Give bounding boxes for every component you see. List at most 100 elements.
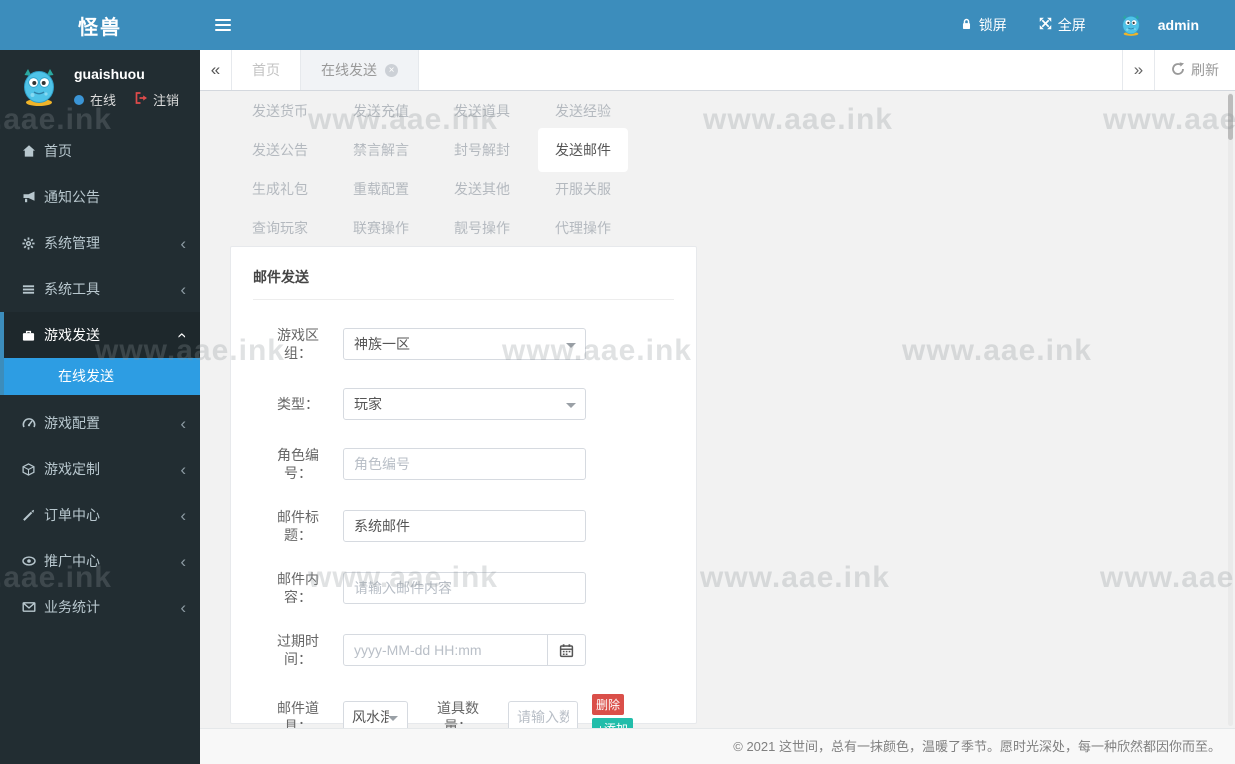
action-gen-giftpack[interactable]: 生成礼包 (235, 169, 325, 208)
action-league-ops[interactable]: 联赛操作 (336, 208, 426, 247)
sidebar-item-promo-center[interactable]: 推广中心 ‹ (0, 538, 200, 584)
scrollbar-thumb[interactable] (1228, 94, 1233, 140)
delete-item-button[interactable]: 删除 (592, 694, 625, 715)
home-icon (22, 144, 44, 158)
tabs-scroll-right-button[interactable]: » (1122, 50, 1154, 90)
tabs-scroll-left-button[interactable]: « (200, 50, 232, 90)
tab-home[interactable]: 首页 (232, 50, 301, 90)
logout-button[interactable]: 注销 (134, 90, 179, 109)
action-open-close-server[interactable]: 开服关服 (538, 169, 628, 208)
action-send-notice[interactable]: 发送公告 (235, 130, 325, 169)
card-title: 邮件发送 (253, 267, 674, 300)
sidebar-item-game-send[interactable]: 游戏发送 ‹ (0, 312, 200, 358)
gauge-icon (22, 416, 44, 430)
caret-down-icon (566, 403, 576, 408)
mail-content-input[interactable] (343, 572, 586, 604)
tab-online-send[interactable]: 在线发送 × (301, 50, 419, 90)
sidebar-group-game-send: 游戏发送 ‹ 在线发送 (0, 312, 200, 395)
role-id-input[interactable] (343, 448, 586, 480)
sidebar-item-notice[interactable]: 通知公告 (0, 174, 200, 220)
lock-screen-button[interactable]: 锁屏 (944, 0, 1023, 50)
caret-down-icon (566, 343, 576, 348)
action-ban-unban[interactable]: 封号解封 (437, 130, 527, 169)
app-title: 怪兽 (78, 16, 122, 39)
action-reload-config[interactable]: 重载配置 (336, 169, 426, 208)
refresh-button[interactable]: 刷新 (1154, 50, 1235, 90)
sidebar-toggle-button[interactable] (200, 0, 246, 50)
form-row-mail-title: 邮件标题： (253, 508, 674, 544)
page-footer: © 2021 这世间，总有一抹颜色，温暖了季节。愿时光深处，每一种欣然都因你而至… (200, 728, 1235, 764)
action-mute-unmute[interactable]: 禁言解言 (336, 130, 426, 169)
avatar (16, 62, 62, 124)
gear-icon (22, 236, 44, 250)
mail-title-input[interactable] (343, 510, 586, 542)
menu-icon (215, 16, 231, 34)
action-send-item[interactable]: 发送道具 (437, 91, 527, 130)
chevron-left-icon: ‹ (180, 597, 186, 617)
app-logo[interactable]: 怪兽 (0, 0, 200, 50)
type-label: 类型： (277, 396, 319, 412)
action-grid: 发送货币 发送充值 发送道具 发送经验 发送公告 禁言解言 封号解封 发送邮件 … (235, 91, 628, 247)
sidebar-item-game-custom[interactable]: 游戏定制 ‹ (0, 446, 200, 492)
user-panel: guaishuou 在线 注销 (0, 50, 200, 124)
double-chevron-right-icon: » (1133, 60, 1144, 79)
action-send-exp[interactable]: 发送经验 (538, 91, 628, 130)
sidebar-subitem-online-send[interactable]: 在线发送 (0, 358, 200, 395)
megaphone-icon (22, 190, 44, 204)
sidebar-item-order-center[interactable]: 订单中心 ‹ (0, 492, 200, 538)
user-status-row: 在线 注销 (74, 90, 179, 109)
logout-label: 注销 (153, 93, 180, 108)
chevron-down-icon: ‹ (173, 332, 193, 338)
user-menu[interactable]: admin (1102, 0, 1215, 50)
sidebar-item-home[interactable]: 首页 (0, 128, 200, 174)
action-send-currency[interactable]: 发送货币 (235, 91, 325, 130)
sidebar-item-business-stats[interactable]: 业务统计 ‹ (0, 584, 200, 630)
online-status-icon (74, 94, 84, 105)
copyright-text: © 2021 这世间，总有一抹颜色，温暖了季节。愿时光深处，每一种欣然都因你而至… (733, 739, 1221, 754)
mail-title-label: 邮件标题： (277, 509, 319, 543)
fullscreen-button[interactable]: 全屏 (1023, 0, 1102, 50)
sidebar-item-system-mgmt[interactable]: 系统管理 ‹ (0, 220, 200, 266)
username-label: admin (1157, 17, 1199, 33)
chevron-left-icon: ‹ (180, 505, 186, 525)
expire-time-input[interactable] (344, 635, 547, 665)
main-content: 发送货币 发送充值 发送道具 发送经验 发送公告 禁言解言 封号解封 发送邮件 … (200, 91, 1235, 739)
action-nice-id-ops[interactable]: 靓号操作 (437, 208, 527, 247)
chevron-left-icon: ‹ (180, 413, 186, 433)
navbar-right: 锁屏 全屏 admin (944, 0, 1235, 50)
double-chevron-left-icon: « (210, 60, 221, 79)
eye-icon (22, 554, 44, 568)
navbar-main: 锁屏 全屏 admin (200, 0, 1235, 50)
form-row-role-id: 角色编号： (253, 446, 674, 482)
zone-select[interactable]: 神族一区 (343, 328, 586, 360)
action-send-mail[interactable]: 发送邮件 (538, 128, 628, 172)
expire-time-label: 过期时间： (277, 633, 319, 667)
sidebar-item-game-config[interactable]: 游戏配置 ‹ (0, 400, 200, 446)
sidebar-item-system-tools[interactable]: 系统工具 ‹ (0, 266, 200, 312)
envelope-icon (22, 600, 44, 614)
chevron-left-icon: ‹ (180, 551, 186, 571)
form-row-zone: 游戏区组： 神族一区 (253, 326, 674, 362)
scrollbar[interactable] (1228, 93, 1233, 726)
action-send-other[interactable]: 发送其他 (437, 169, 527, 208)
brush-icon (22, 509, 44, 522)
sidebar: guaishuou 在线 注销 首页 通知公告 系统管理 ‹ 系统工具 ‹ 游戏… (0, 50, 200, 764)
fullscreen-label: 全屏 (1057, 17, 1086, 33)
lock-icon (960, 17, 979, 34)
role-id-label: 角色编号： (277, 447, 319, 481)
mail-send-card: 邮件发送 游戏区组： 神族一区 类型： 玩家 角色编号： 角色编号 邮件标题： … (230, 246, 697, 739)
calendar-icon[interactable] (548, 635, 585, 665)
action-agent-ops[interactable]: 代理操作 (538, 208, 628, 247)
mail-content-label: 邮件内容： (277, 571, 319, 605)
user-avatar (1118, 11, 1150, 40)
chevron-left-icon: ‹ (180, 279, 186, 299)
form-row-expire-time: 过期时间： (253, 632, 674, 668)
close-icon[interactable]: × (385, 63, 398, 77)
online-status-label: 在线 (90, 93, 117, 108)
action-query-player[interactable]: 查询玩家 (235, 208, 325, 247)
type-select[interactable]: 玩家 (343, 388, 586, 420)
action-send-recharge[interactable]: 发送充值 (336, 91, 426, 130)
chevron-left-icon: ‹ (180, 459, 186, 479)
form-row-mail-content: 邮件内容： (253, 570, 674, 606)
expire-time-group (343, 634, 586, 666)
